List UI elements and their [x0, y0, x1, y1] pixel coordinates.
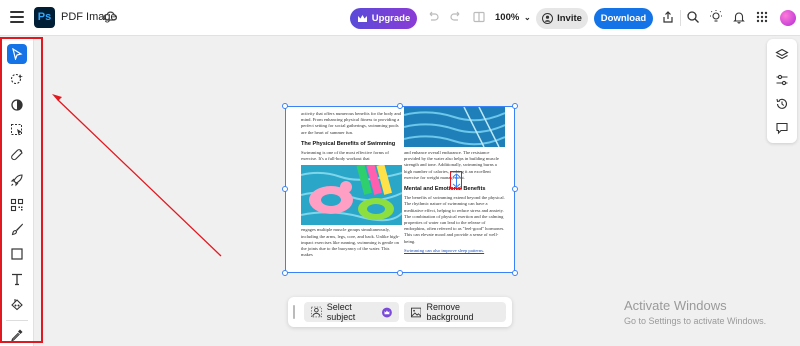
resize-handle-left[interactable] [282, 186, 288, 192]
right-para-text: The benefits of swimming extend beyond t… [404, 195, 505, 244]
layers-icon[interactable] [775, 48, 789, 62]
select-subject-button[interactable]: Select subject [304, 302, 399, 322]
resize-handle-top[interactable] [397, 103, 403, 109]
image-icon [411, 307, 422, 317]
left-heading: The Physical Benefits of Swimming [301, 140, 396, 147]
adjustments-sliders-icon[interactable] [775, 73, 789, 87]
resize-handle-bottom-right[interactable] [512, 270, 518, 276]
contextual-task-bar: Select subject Remove background [288, 297, 512, 327]
resize-handle-bottom[interactable] [397, 270, 403, 276]
remove-background-button[interactable]: Remove background [404, 302, 506, 322]
premium-crown-icon [382, 307, 392, 317]
left-after-text: engages multiple muscle groups simultane… [301, 227, 400, 258]
resize-handle-top-left[interactable] [282, 103, 288, 109]
move-cursor-highlight [450, 171, 462, 189]
remove-background-label: Remove background [426, 302, 474, 322]
watermark-subtitle: Go to Settings to activate Windows. [624, 316, 767, 326]
comment-icon[interactable] [775, 121, 789, 135]
left-para-text: Swimming is one of the most effective fo… [301, 150, 389, 162]
activate-windows-watermark: Activate Windows Go to Settings to activ… [624, 298, 766, 326]
left-column: activity that offers numerous benefits f… [301, 107, 402, 258]
pool-floats-photo [301, 165, 402, 226]
resize-handle-bottom-left[interactable] [282, 270, 288, 276]
right-last-text: Swimming can also improve sleep patterns… [404, 247, 485, 253]
history-icon[interactable] [775, 97, 789, 111]
document-image[interactable]: activity that offers numerous benefits f… [285, 106, 515, 273]
left-intro-text: activity that offers numerous benefits f… [301, 111, 401, 135]
watermark-title: Activate Windows [624, 298, 727, 313]
pool-water-photo [404, 107, 505, 147]
person-select-icon [311, 306, 322, 318]
right-panel [767, 39, 797, 143]
resize-handle-top-right[interactable] [512, 103, 518, 109]
resize-handle-right[interactable] [512, 186, 518, 192]
select-subject-label: Select subject [326, 302, 356, 322]
drag-handle[interactable] [293, 305, 295, 319]
